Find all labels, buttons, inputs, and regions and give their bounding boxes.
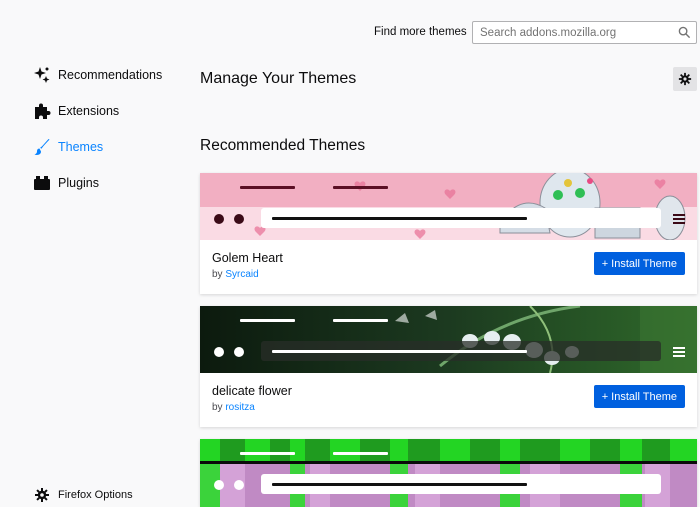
tools-gear-button[interactable] — [673, 67, 697, 91]
theme-info: Golem Heart by Syrcaid + Install Theme — [200, 240, 697, 294]
theme-card — [200, 439, 697, 507]
sidebar-item-recommendations[interactable]: Recommendations — [32, 62, 162, 88]
theme-preview[interactable] — [200, 173, 697, 240]
plugin-icon — [32, 173, 52, 193]
theme-preview-art — [200, 439, 697, 507]
search-box[interactable] — [472, 21, 697, 44]
recommendations-icon — [32, 65, 52, 85]
sidebar-item-label: Plugins — [58, 176, 99, 190]
author-link[interactable]: rositza — [225, 402, 254, 413]
menu-icon — [673, 214, 685, 224]
firefox-options-link[interactable]: Firefox Options — [34, 487, 133, 503]
sidebar-item-extensions[interactable]: Extensions — [32, 98, 119, 124]
gear-icon — [678, 72, 692, 86]
sidebar-item-label: Recommendations — [58, 68, 163, 82]
page-title: Manage Your Themes — [200, 70, 357, 87]
search-input[interactable] — [473, 22, 673, 43]
sidebar-item-label: Themes — [58, 140, 104, 154]
theme-name: Golem Heart — [212, 251, 283, 265]
theme-name: delicate flower — [212, 384, 292, 398]
sidebar-item-plugins[interactable]: Plugins — [32, 170, 99, 196]
theme-author: by rositza — [212, 402, 255, 413]
theme-info: delicate flower by rositza + Install The… — [200, 373, 697, 427]
theme-author: by Syrcaid — [212, 269, 259, 280]
theme-card: delicate flower by rositza + Install The… — [200, 306, 697, 427]
top-bar: Find more themes — [0, 0, 700, 60]
sidebar: Recommendations Extensions Themes Plugin… — [0, 60, 190, 507]
gear-icon — [35, 488, 49, 502]
theme-preview-art — [200, 173, 697, 240]
menu-icon — [673, 347, 685, 357]
search-icon[interactable] — [678, 26, 691, 39]
firefox-options-label: Firefox Options — [58, 489, 133, 501]
theme-preview[interactable] — [200, 306, 697, 373]
theme-preview-art — [200, 306, 697, 373]
sidebar-item-label: Extensions — [58, 104, 120, 118]
brush-icon — [32, 137, 52, 157]
install-theme-button[interactable]: + Install Theme — [593, 252, 685, 275]
install-theme-button[interactable]: + Install Theme — [593, 385, 685, 408]
find-more-themes-label: Find more themes — [374, 26, 467, 38]
sidebar-item-themes[interactable]: Themes — [32, 134, 103, 160]
theme-card: Golem Heart by Syrcaid + Install Theme — [200, 173, 697, 294]
puzzle-icon — [32, 101, 52, 121]
author-link[interactable]: Syrcaid — [225, 269, 258, 280]
section-title: Recommended Themes — [200, 137, 366, 154]
theme-preview[interactable] — [200, 439, 697, 507]
